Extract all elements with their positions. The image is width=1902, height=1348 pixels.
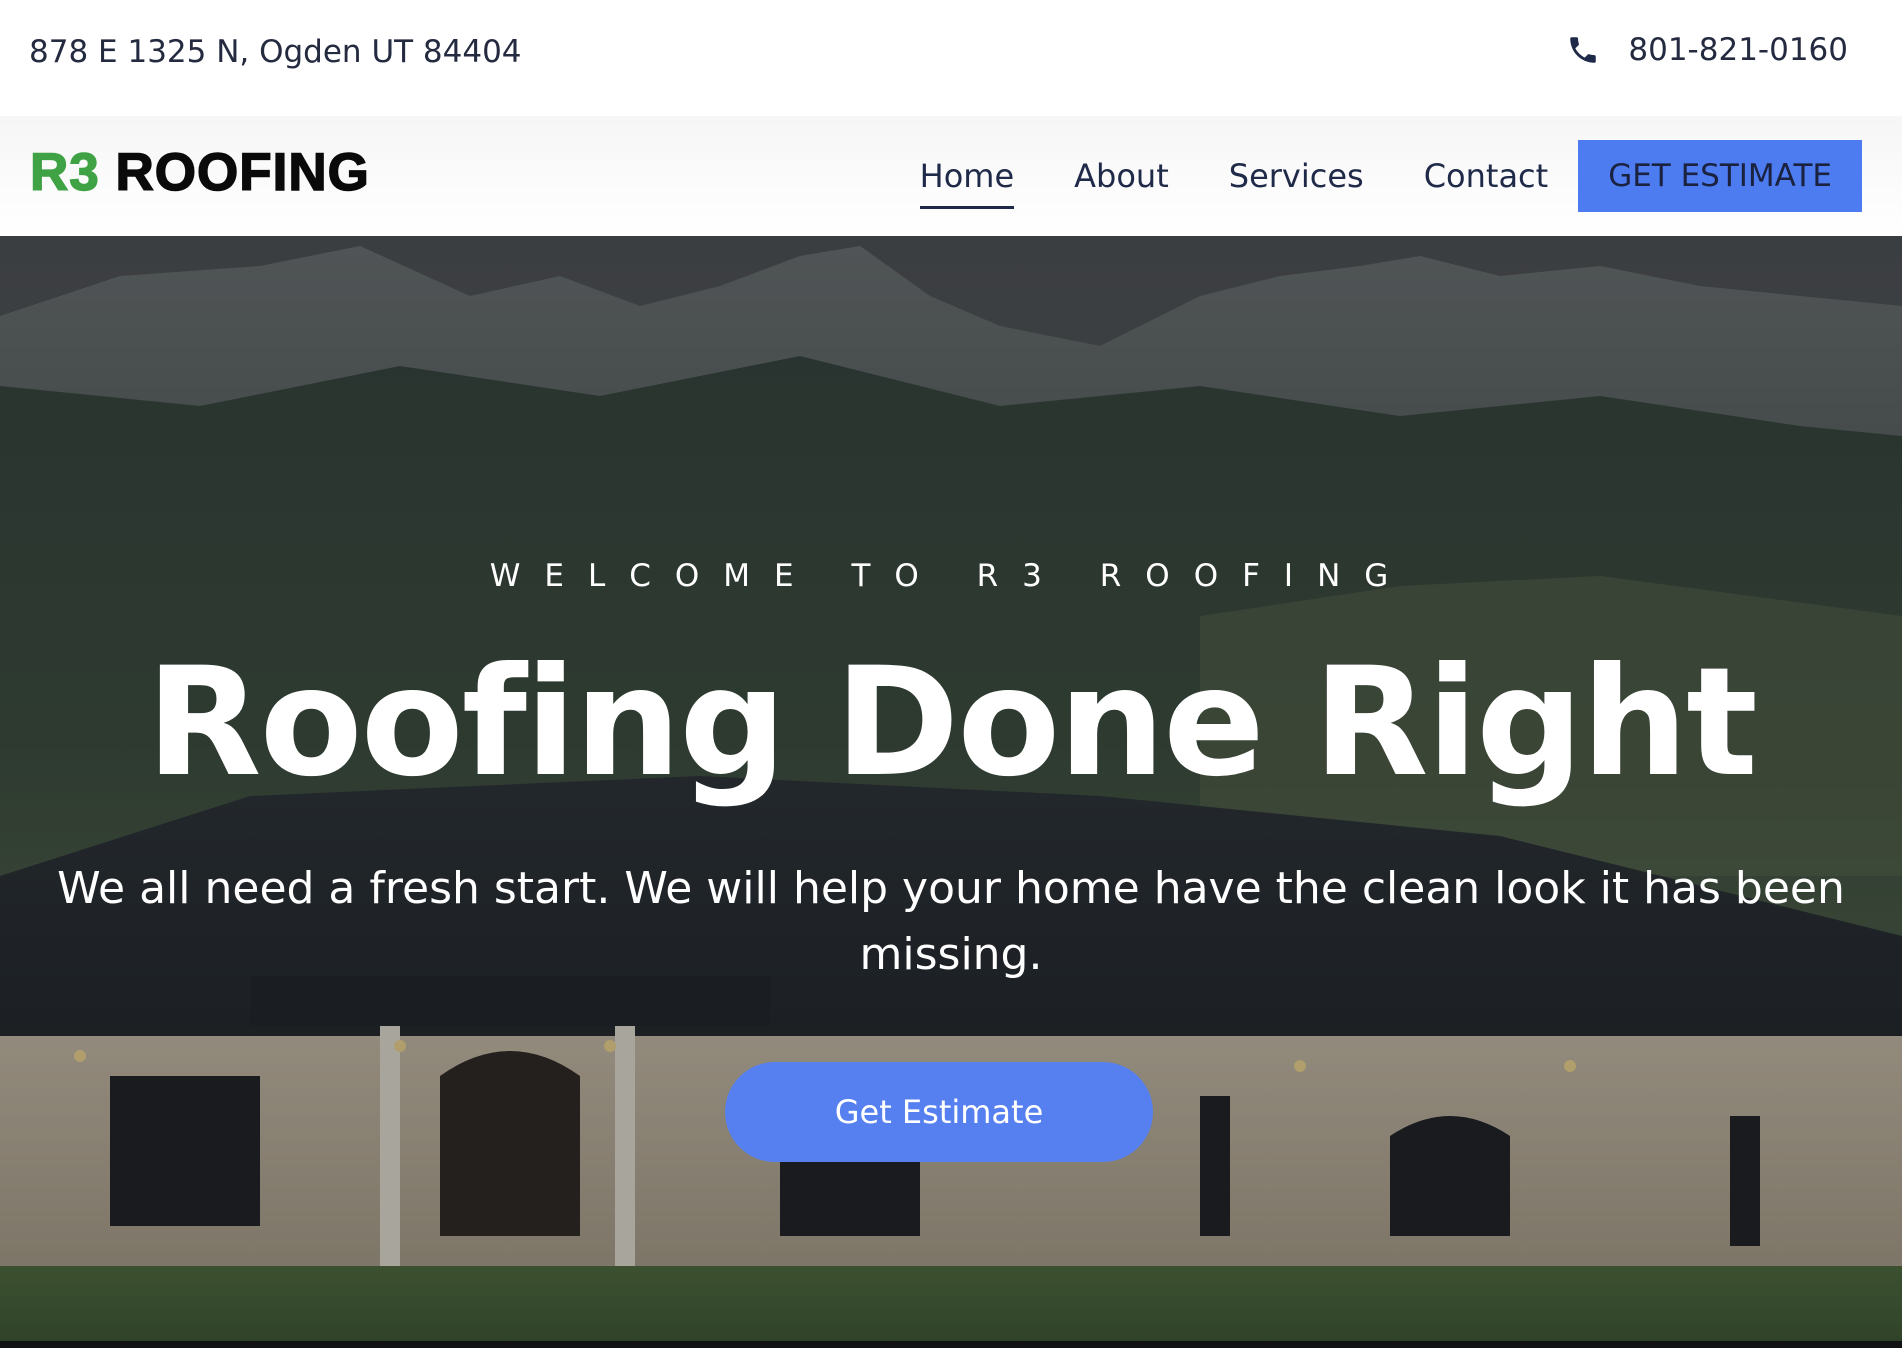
top-info-bar: 878 E 1325 N, Ogden UT 84404 801-821-016… (0, 0, 1902, 116)
nav-link-contact[interactable]: Contact (1424, 149, 1549, 203)
hero-eyebrow: WELCOME TO R3 ROOFING (489, 558, 1413, 594)
logo-r3: R3 (29, 142, 100, 203)
nav-links: Home About Services Contact GET ESTIMATE (919, 140, 1862, 212)
site-logo[interactable]: R3 ROOFING (29, 142, 370, 203)
address-text: 878 E 1325 N, Ogden UT 84404 (29, 34, 522, 70)
phone-icon (1570, 37, 1597, 63)
phone-number[interactable]: 801-821-0160 (1628, 32, 1848, 68)
main-navbar: R3 ROOFING Home About Services Contact G… (0, 116, 1902, 236)
logo-roofing: ROOFING (115, 142, 370, 203)
get-estimate-nav-button[interactable]: GET ESTIMATE (1578, 140, 1862, 212)
hero-subtext: We all need a fresh start. We will help … (57, 863, 1845, 980)
nav-link-about[interactable]: About (1074, 149, 1169, 203)
hero-headline: Roofing Done Right (146, 636, 1758, 810)
nav-link-home[interactable]: Home (919, 149, 1014, 209)
get-estimate-hero-button[interactable]: Get Estimate (725, 1062, 1153, 1162)
nav-link-services[interactable]: Services (1229, 149, 1364, 203)
phone-contact[interactable]: 801-821-0160 (1566, 32, 1848, 68)
hero-section: WELCOME TO R3 ROOFING Roofing Done Right… (0, 236, 1902, 1348)
